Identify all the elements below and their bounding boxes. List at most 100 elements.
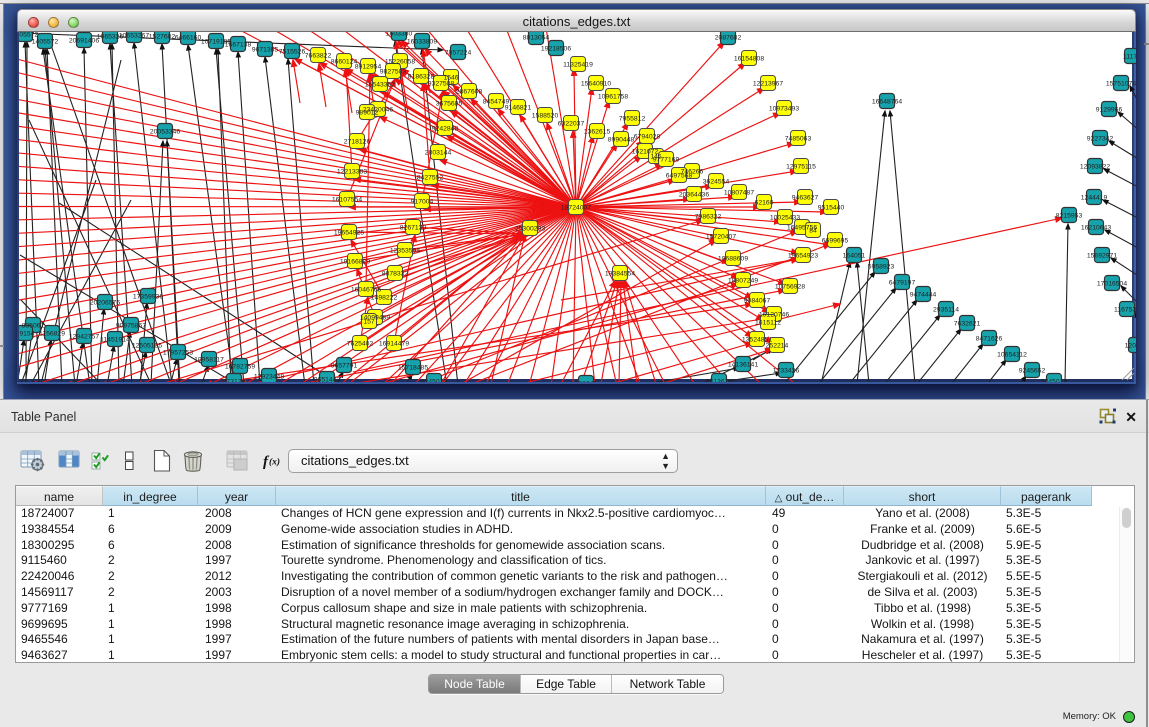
- svg-text:17359936: 17359936: [133, 293, 163, 300]
- svg-text:19166829: 19166829: [340, 258, 370, 265]
- svg-text:9671385: 9671385: [252, 46, 279, 53]
- svg-text:120103: 120103: [1125, 342, 1136, 349]
- svg-text:8427552: 8427552: [417, 174, 444, 181]
- svg-text:18724007: 18724007: [561, 204, 591, 211]
- svg-text:14136141: 14136141: [728, 361, 758, 368]
- svg-text:6497568: 6497568: [666, 172, 693, 179]
- svg-text:15226058: 15226058: [385, 58, 415, 65]
- svg-text:10973493: 10973493: [769, 105, 799, 112]
- svg-text:8660124: 8660124: [331, 58, 358, 65]
- svg-text:20364436: 20364436: [679, 191, 709, 198]
- svg-text:8912954: 8912954: [355, 63, 382, 70]
- svg-text:12942757: 12942757: [69, 333, 99, 340]
- svg-text:11325419: 11325419: [563, 61, 593, 68]
- svg-text:25300293: 25300293: [515, 225, 545, 232]
- svg-text:7625402: 7625402: [347, 340, 374, 347]
- svg-text:90975867: 90975867: [116, 322, 146, 329]
- svg-text:20053346: 20053346: [150, 128, 180, 135]
- svg-text:9777169: 9777169: [653, 156, 680, 163]
- svg-text:11173: 11173: [1123, 53, 1136, 60]
- svg-text:10958117: 10958117: [194, 356, 224, 363]
- svg-text:16543362: 16543362: [365, 81, 395, 88]
- svg-text:18807249: 18807249: [728, 277, 758, 284]
- svg-text:16210643: 16210643: [1081, 224, 1111, 231]
- svg-text:20206576: 20206576: [90, 299, 120, 306]
- svg-text:20691406: 20691406: [69, 37, 99, 44]
- svg-text:1498222: 1498222: [371, 294, 398, 301]
- svg-text:6322037: 6322037: [558, 120, 585, 127]
- svg-text:11451914: 11451914: [100, 336, 130, 343]
- svg-text:9227342: 9227342: [1087, 135, 1114, 142]
- svg-text:1244419: 1244419: [1081, 194, 1108, 201]
- svg-text:12353594: 12353594: [390, 247, 420, 254]
- svg-text:2867608: 2867608: [456, 88, 483, 95]
- svg-text:1603380: 1603380: [386, 32, 413, 37]
- svg-text:8878332: 8878332: [382, 270, 409, 277]
- svg-text:2803144: 2803144: [425, 149, 452, 156]
- svg-text:1588520: 1588520: [532, 112, 559, 119]
- svg-text:835061: 835061: [22, 322, 45, 329]
- svg-text:19654925: 19654925: [334, 229, 364, 236]
- svg-text:16107554: 16107554: [332, 196, 362, 203]
- svg-text:1405572: 1405572: [32, 38, 59, 45]
- svg-text:10688609: 10688609: [718, 255, 748, 262]
- svg-text:9245012: 9245012: [421, 378, 448, 382]
- svg-text:(x): (x): [269, 457, 280, 468]
- svg-text:5958923: 5958923: [868, 263, 895, 270]
- svg-text:15718485: 15718485: [398, 364, 428, 371]
- svg-text:6466160: 6466160: [175, 34, 202, 41]
- svg-text:164051: 164051: [843, 252, 866, 259]
- svg-text:8267130: 8267130: [400, 224, 427, 231]
- svg-text:16648764: 16648764: [872, 98, 902, 105]
- svg-text:10807487: 10807487: [724, 189, 754, 196]
- svg-text:2935114: 2935114: [933, 306, 959, 313]
- svg-text:9146821: 9146821: [505, 104, 532, 111]
- svg-text:973124: 973124: [223, 378, 246, 382]
- svg-text:9651442: 9651442: [314, 376, 341, 382]
- svg-text:961245: 961245: [575, 380, 598, 382]
- svg-text:7663822: 7663822: [305, 52, 332, 59]
- svg-text:17016504: 17016504: [1097, 280, 1127, 287]
- svg-text:8186328: 8186328: [408, 73, 435, 80]
- svg-text:252214: 252214: [766, 342, 789, 349]
- svg-text:6479197: 6479197: [889, 279, 916, 286]
- svg-text:10025433: 10025433: [770, 214, 800, 221]
- svg-text:12093822: 12093822: [1080, 163, 1110, 170]
- svg-text:1167533: 1167533: [1114, 306, 1136, 313]
- svg-text:62160: 62160: [755, 199, 774, 206]
- svg-text:12923448: 12923448: [254, 373, 284, 380]
- svg-text:917004: 917004: [411, 198, 434, 205]
- svg-text:3624554: 3624554: [703, 178, 730, 185]
- svg-text:2087682: 2087682: [715, 34, 742, 41]
- svg-text:15751074: 15751074: [1106, 80, 1136, 87]
- svg-text:157: 157: [363, 318, 375, 325]
- svg-text:10653267: 10653267: [119, 32, 149, 39]
- svg-text:10756928: 10756928: [775, 283, 805, 290]
- svg-text:6794028: 6794028: [634, 133, 661, 140]
- svg-text:8471626: 8471626: [976, 335, 1003, 342]
- svg-text:16046766: 16046766: [351, 286, 381, 293]
- svg-text:16914479: 16914479: [379, 340, 409, 347]
- svg-text:1615112: 1615112: [755, 319, 781, 326]
- svg-text:12975115: 12975115: [786, 163, 816, 170]
- svg-text:16154808: 16154808: [734, 55, 764, 62]
- svg-text:9474444: 9474444: [910, 291, 937, 298]
- svg-text:16120746: 16120746: [759, 311, 789, 318]
- svg-text:9245012: 9245012: [1041, 378, 1068, 382]
- svg-text:15692971: 15692971: [1087, 252, 1117, 259]
- svg-text:8215953: 8215953: [1056, 212, 1083, 219]
- svg-text:1667138: 1667138: [225, 41, 252, 48]
- svg-text:84: 84: [809, 227, 817, 234]
- svg-text:39154: 39154: [19, 330, 35, 337]
- svg-text:9084067: 9084067: [744, 297, 771, 304]
- svg-text:15640910: 15640910: [581, 80, 611, 87]
- svg-text:7515526: 7515526: [279, 48, 306, 55]
- svg-text:10961758: 10961758: [598, 93, 628, 100]
- svg-text:7485063: 7485063: [785, 135, 812, 142]
- svg-text:19384554: 19384554: [605, 270, 635, 277]
- svg-text:16033809: 16033809: [407, 38, 437, 45]
- svg-text:989012: 989012: [356, 109, 379, 116]
- svg-text:9515440: 9515440: [818, 204, 845, 211]
- svg-text:12213383: 12213383: [337, 168, 367, 175]
- svg-text:9827503: 9827503: [380, 68, 407, 75]
